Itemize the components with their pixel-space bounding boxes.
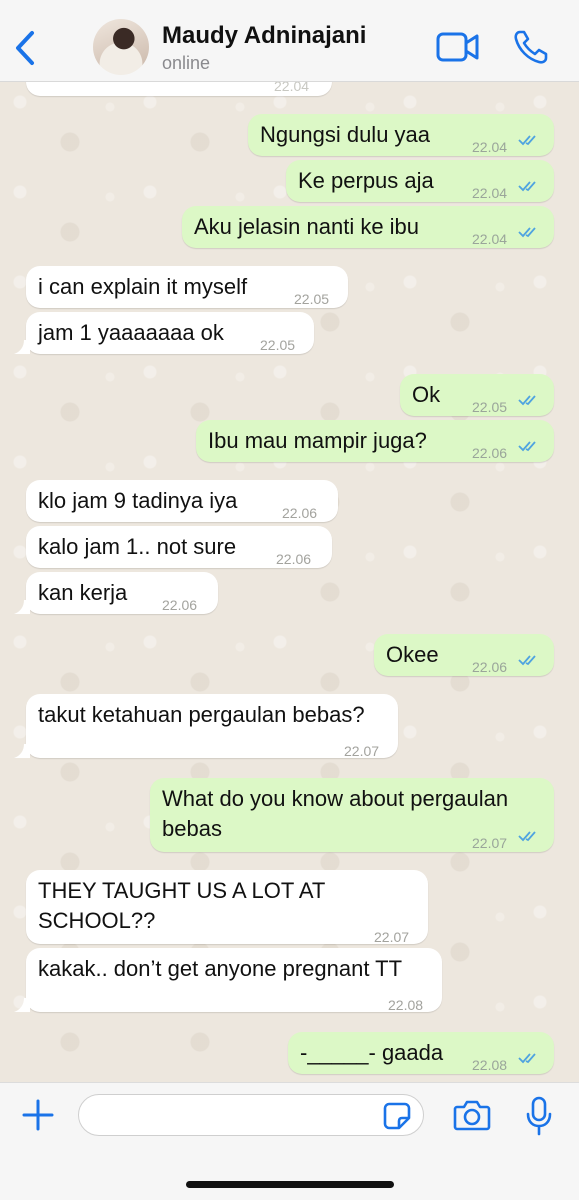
- double-check-icon: [518, 831, 536, 842]
- sticker-button[interactable]: [382, 1101, 412, 1131]
- attach-button[interactable]: [20, 1097, 56, 1133]
- sticker-icon: [383, 1102, 411, 1130]
- double-check-icon: [518, 1053, 536, 1064]
- message-text: kan kerja: [38, 580, 128, 605]
- message-time: 22.04: [472, 185, 508, 201]
- message-text: Ke perpus aja: [298, 168, 434, 193]
- contact-avatar[interactable]: [93, 19, 149, 75]
- contact-name[interactable]: Maudy Adninajani: [162, 22, 366, 50]
- home-indicator: [186, 1181, 394, 1188]
- back-button[interactable]: [8, 24, 42, 72]
- message-text-line2: bebas: [162, 816, 222, 841]
- message-time: 22.06: [472, 659, 508, 675]
- double-check-icon: [518, 655, 536, 666]
- chat-messages-area[interactable]: 22.04 Ngungsi dulu yaa 22.04 Ke perpus a…: [0, 82, 579, 1082]
- message-text-line2: SCHOOL??: [38, 908, 156, 933]
- message-text: i can explain it myself: [38, 274, 248, 299]
- message-outgoing[interactable]: What do you know about pergaulan bebas 2…: [150, 778, 554, 852]
- message-text: Aku jelasin nanti ke ibu: [194, 214, 420, 239]
- message-time: 22.04: [472, 231, 508, 247]
- double-check-icon: [518, 395, 536, 406]
- message-text: Ngungsi dulu yaa: [260, 122, 431, 147]
- message-incoming[interactable]: kan kerja 22.06: [26, 572, 218, 614]
- message-incoming[interactable]: i can explain it myself 22.05: [26, 266, 348, 308]
- message-time: 22.05: [294, 291, 330, 307]
- contact-status: online: [162, 53, 211, 73]
- message-text: What do you know about pergaulan: [162, 786, 509, 811]
- message-time: 22.08: [472, 1057, 508, 1073]
- message-time: 22.04: [472, 139, 508, 155]
- message-outgoing[interactable]: Okee 22.06: [374, 634, 554, 676]
- message-outgoing[interactable]: Ke perpus aja 22.04: [286, 160, 554, 202]
- chat-header: Maudy Adninajani online: [0, 0, 579, 82]
- message-text: klo jam 9 tadinya iya: [38, 488, 238, 513]
- bubble-tail: [14, 998, 30, 1012]
- bubble-tail: [14, 340, 30, 354]
- message-text: -_____- gaada: [300, 1040, 444, 1065]
- message-outgoing[interactable]: Ok 22.05: [400, 374, 554, 416]
- message-time: 22.08: [388, 997, 424, 1013]
- double-check-icon: [518, 441, 536, 452]
- message-time: 22.07: [344, 743, 380, 759]
- message-time: 22.06: [162, 597, 198, 613]
- message-text: Ok: [412, 382, 441, 407]
- message-incoming[interactable]: jam 1 yaaaaaaa ok 22.05: [26, 312, 314, 354]
- double-check-icon: [518, 135, 536, 146]
- message-time: 22.05: [260, 337, 296, 353]
- message-time: 22.04: [274, 82, 310, 94]
- message-time: 22.06: [282, 505, 318, 521]
- message-incoming[interactable]: THEY TAUGHT US A LOT AT SCHOOL?? 22.07: [26, 870, 428, 945]
- message-text: takut ketahuan pergaulan bebas?: [38, 702, 365, 727]
- message-outgoing[interactable]: Aku jelasin nanti ke ibu 22.04: [182, 206, 554, 248]
- microphone-icon: [526, 1096, 552, 1136]
- video-call-button[interactable]: [436, 30, 480, 64]
- message-outgoing[interactable]: Ibu mau mampir juga? 22.06: [196, 420, 554, 462]
- bubble-tail: [14, 600, 30, 614]
- chevron-left-icon: [16, 31, 34, 65]
- plus-icon: [22, 1099, 54, 1131]
- message-incoming[interactable]: kalo jam 1.. not sure 22.06: [26, 526, 332, 568]
- message-time: 22.06: [472, 445, 508, 461]
- message-outgoing[interactable]: -_____- gaada 22.08: [288, 1032, 554, 1074]
- message-incoming[interactable]: 22.04: [26, 82, 332, 96]
- message-text: Ibu mau mampir juga?: [208, 428, 427, 453]
- message-outgoing[interactable]: Ngungsi dulu yaa 22.04: [248, 114, 554, 156]
- message-incoming[interactable]: klo jam 9 tadinya iya 22.06: [26, 480, 338, 522]
- microphone-button[interactable]: [525, 1096, 553, 1136]
- voice-call-button[interactable]: [512, 28, 550, 66]
- message-text: kakak.. don’t get anyone pregnant TT: [38, 956, 403, 981]
- camera-icon: [453, 1100, 491, 1131]
- double-check-icon: [518, 181, 536, 192]
- message-input[interactable]: [78, 1094, 424, 1136]
- message-text: THEY TAUGHT US A LOT AT: [38, 878, 326, 903]
- message-time: 22.05: [472, 399, 508, 415]
- message-time: 22.07: [472, 835, 508, 851]
- message-incoming[interactable]: takut ketahuan pergaulan bebas? 22.07: [26, 694, 398, 759]
- message-text: Okee: [386, 642, 439, 667]
- camera-button[interactable]: [453, 1098, 491, 1132]
- double-check-icon: [518, 227, 536, 238]
- phone-icon: [514, 30, 548, 64]
- message-time: 22.06: [276, 551, 312, 567]
- video-camera-icon: [436, 32, 479, 62]
- message-incoming[interactable]: kakak.. don’t get anyone pregnant TT 22.…: [26, 948, 442, 1013]
- bubble-tail: [14, 744, 30, 758]
- message-text: kalo jam 1.. not sure: [38, 534, 237, 559]
- message-text: jam 1 yaaaaaaa ok: [38, 320, 224, 345]
